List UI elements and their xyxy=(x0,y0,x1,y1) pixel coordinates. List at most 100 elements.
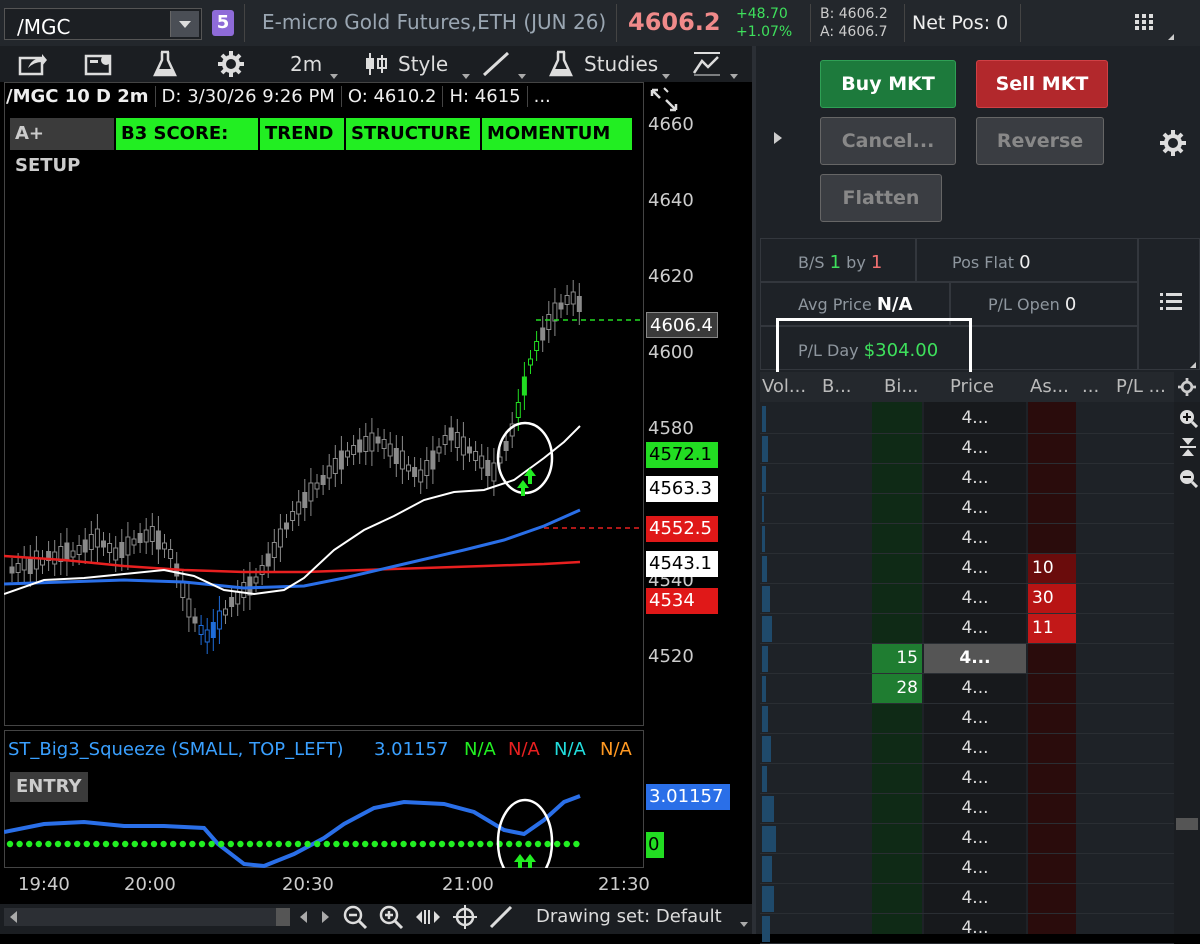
flask-icon[interactable] xyxy=(152,50,178,78)
ladder-scroll-thumb[interactable] xyxy=(1176,818,1198,830)
bid-size-cell[interactable]: 15 xyxy=(872,644,922,673)
ladder-price[interactable]: 4... xyxy=(924,674,1026,703)
drawing-dropdown-icon[interactable] xyxy=(518,74,526,79)
draw-line-icon[interactable] xyxy=(488,904,514,930)
link-group-badge[interactable]: 5 xyxy=(212,10,234,36)
squeeze-dot xyxy=(131,840,138,848)
scroll-back-icon[interactable] xyxy=(300,911,307,923)
drawing-line-icon[interactable] xyxy=(482,51,510,77)
reverse-button[interactable]: Reverse xyxy=(976,117,1104,165)
study-name[interactable]: ST_Big3_Squeeze (SMALL, TOP_LEFT) xyxy=(8,736,344,764)
col-bid-size[interactable]: Bi... xyxy=(884,372,924,402)
ladder-center-icon[interactable] xyxy=(1178,436,1198,458)
squeeze-dot xyxy=(83,840,91,848)
ladder-price[interactable]: 4... xyxy=(924,644,1026,673)
studies-dropdown-icon[interactable] xyxy=(662,74,670,79)
volume-bar xyxy=(762,436,768,462)
scroll-left-icon[interactable] xyxy=(10,911,17,923)
squeeze-dot xyxy=(227,840,234,848)
symbol-selector[interactable]: /MGC xyxy=(4,8,202,40)
chart-info-more[interactable]: ... xyxy=(534,86,557,107)
price-plot[interactable] xyxy=(4,150,644,726)
candle-body xyxy=(33,550,39,570)
panel-expand-icon[interactable] xyxy=(774,132,782,144)
drawing-set-dropdown-icon[interactable] xyxy=(740,922,748,927)
candle-body xyxy=(454,432,460,448)
zoom-in-icon[interactable] xyxy=(378,904,404,930)
candle-body xyxy=(552,302,558,322)
ladder-price[interactable]: 4... xyxy=(924,794,1026,823)
ladder-price[interactable]: 4... xyxy=(924,914,1026,943)
list-menu-icon[interactable] xyxy=(1160,292,1182,312)
share-icon[interactable] xyxy=(18,52,48,76)
ladder-price[interactable]: 4... xyxy=(924,614,1026,643)
ask-size-cell[interactable]: 11 xyxy=(1028,614,1076,643)
resize-corner-icon[interactable] xyxy=(1168,34,1174,40)
time-tick: 20:00 xyxy=(124,874,176,895)
crosshair-icon[interactable] xyxy=(452,904,478,930)
style-dropdown-icon[interactable] xyxy=(462,74,470,79)
current-price-label: 4606.4 xyxy=(646,312,718,338)
candle-style-icon[interactable] xyxy=(364,51,388,77)
pattern-icon[interactable] xyxy=(692,51,722,77)
squeeze-dot xyxy=(266,840,273,848)
ladder-zoom-out-icon[interactable] xyxy=(1178,468,1198,488)
ladder-gear-icon[interactable] xyxy=(1178,378,1196,396)
squeeze-dot xyxy=(35,840,42,848)
squeeze-dot xyxy=(371,840,378,848)
interval-selector[interactable]: 2m xyxy=(290,50,322,78)
col-sell-orders[interactable]: ... xyxy=(1082,372,1102,402)
gear-icon[interactable] xyxy=(1160,130,1186,156)
gear-icon[interactable] xyxy=(218,51,244,77)
col-price[interactable]: Price xyxy=(950,372,1010,402)
ask-size-cell[interactable]: 10 xyxy=(1028,554,1076,583)
buy-market-button[interactable]: Buy MKT xyxy=(820,60,956,108)
ladder-zoom-in-icon[interactable] xyxy=(1178,408,1198,428)
ladder-price[interactable]: 4... xyxy=(924,824,1026,853)
style-menu[interactable]: Style xyxy=(398,50,448,78)
fit-width-icon[interactable] xyxy=(414,906,442,928)
up-arrow-icon xyxy=(514,854,526,868)
ladder-price[interactable]: 4... xyxy=(924,404,1026,433)
ladder-price[interactable]: 4... xyxy=(924,734,1026,763)
expand-collapse-icon[interactable] xyxy=(648,86,680,114)
study-plot[interactable] xyxy=(4,764,644,868)
volume-bar xyxy=(762,466,766,492)
ladder-price[interactable]: 4... xyxy=(924,434,1026,463)
studies-menu[interactable]: Studies xyxy=(584,50,658,78)
horizontal-scrollbar[interactable] xyxy=(4,908,276,926)
interval-dropdown-icon[interactable] xyxy=(330,74,338,79)
ladder-price[interactable]: 4... xyxy=(924,494,1026,523)
ladder-price[interactable]: 4... xyxy=(924,584,1026,613)
scroll-forward-icon[interactable] xyxy=(322,911,329,923)
ladder-price[interactable]: 4... xyxy=(924,464,1026,493)
drawing-set-selector[interactable]: Drawing set: Default xyxy=(536,906,722,927)
ladder-price[interactable]: 4... xyxy=(924,764,1026,793)
col-buy-orders[interactable]: B... xyxy=(822,372,868,402)
flatten-button[interactable]: Flatten xyxy=(820,174,942,222)
pattern-dropdown-icon[interactable] xyxy=(730,74,738,79)
studies-flask-icon[interactable] xyxy=(548,50,574,78)
squeeze-dot xyxy=(390,840,398,848)
info-icon[interactable] xyxy=(84,52,114,76)
ladder-price[interactable]: 4... xyxy=(924,854,1026,883)
ask-size-cell[interactable]: 30 xyxy=(1028,584,1076,613)
symbol-dropdown-button[interactable] xyxy=(170,11,199,37)
ladder-price[interactable]: 4... xyxy=(924,884,1026,913)
ladder-price[interactable]: 4... xyxy=(924,704,1026,733)
col-pl[interactable]: P/L ... xyxy=(1116,372,1172,402)
candle-body xyxy=(107,543,113,553)
zoom-out-icon[interactable] xyxy=(342,904,368,930)
bid-size-cell[interactable]: 28 xyxy=(872,674,922,703)
sell-market-button[interactable]: Sell MKT xyxy=(976,60,1108,108)
ladder-price[interactable]: 4... xyxy=(924,524,1026,553)
scroll-thumb[interactable] xyxy=(276,908,290,926)
resize-corner-icon[interactable] xyxy=(1190,362,1196,368)
grid-menu-icon[interactable] xyxy=(1135,14,1155,30)
ladder-price[interactable]: 4... xyxy=(924,554,1026,583)
symbol-input[interactable]: /MGC xyxy=(17,15,70,39)
candle-body xyxy=(375,436,381,444)
col-ask-size[interactable]: As... xyxy=(1030,372,1076,402)
cancel-orders-button[interactable]: Cancel... xyxy=(820,117,956,165)
col-volume[interactable]: Vol... xyxy=(762,372,818,402)
